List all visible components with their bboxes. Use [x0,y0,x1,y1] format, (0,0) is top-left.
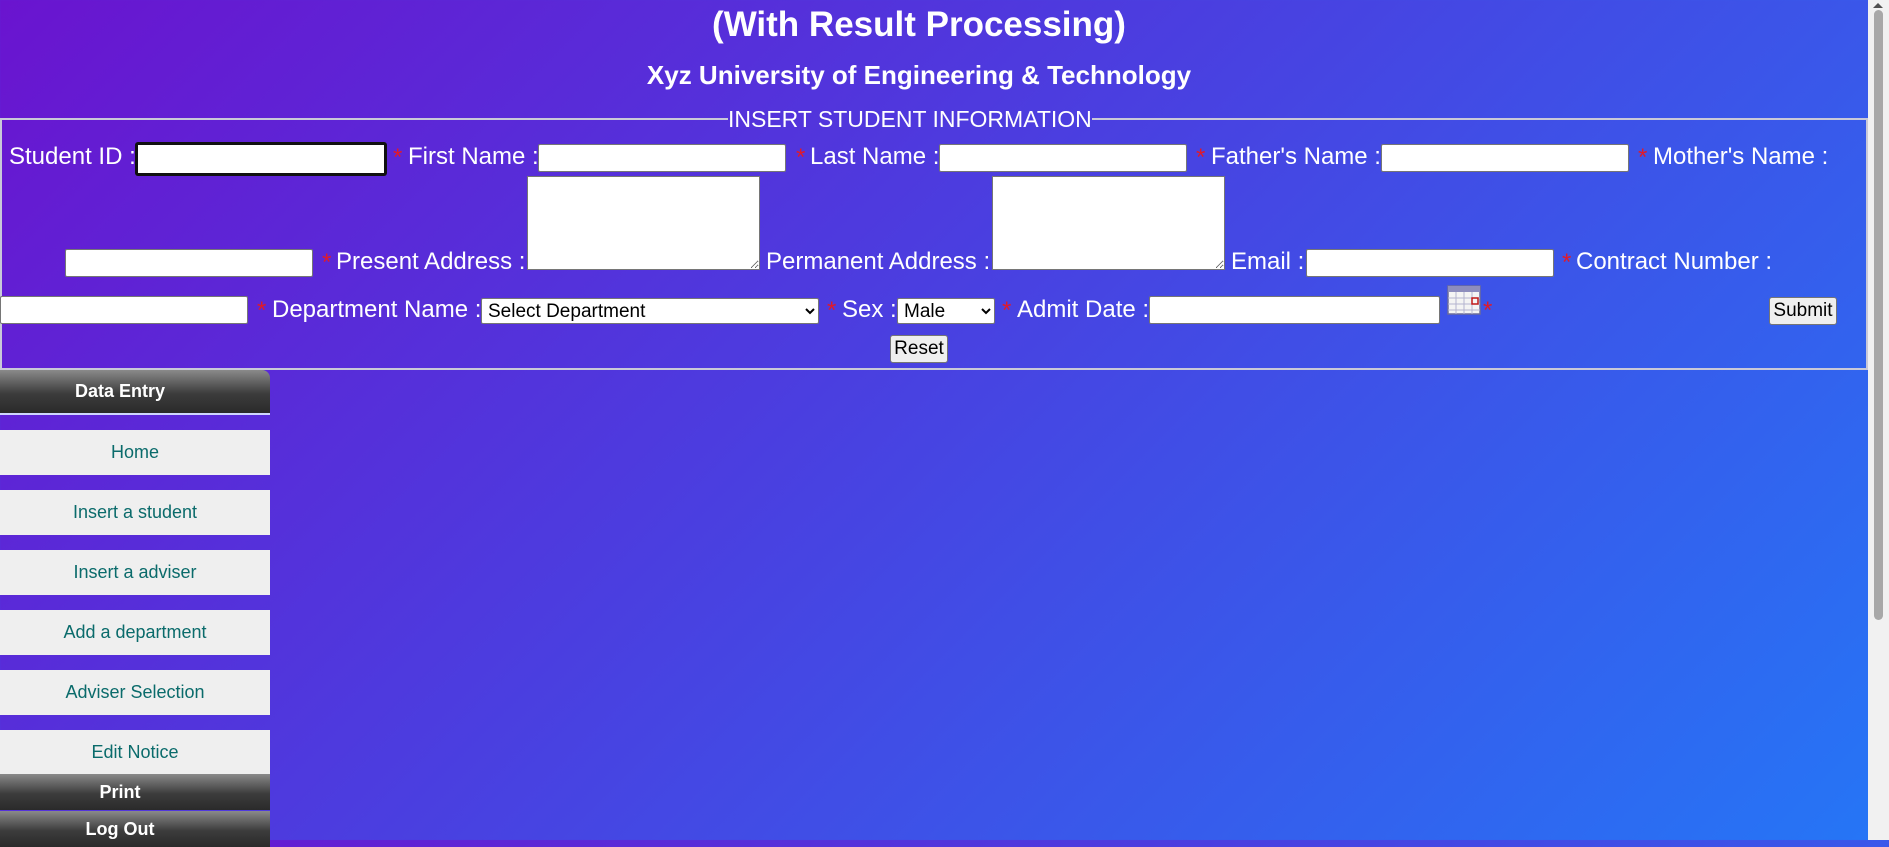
student-id-label: Student ID : [9,143,136,170]
required-mark: * [1638,144,1648,171]
permanent-address-label: Permanent Address : [766,248,991,275]
fathers-name-label: Father's Name : [1211,143,1381,170]
vertical-scrollbar[interactable] [1868,0,1889,840]
student-id-input[interactable] [136,143,386,175]
required-mark: * [1196,144,1206,171]
first-name-input[interactable] [538,144,786,172]
submit-button[interactable]: Submit [1769,297,1837,325]
required-mark: * [257,297,267,324]
form-legend: INSERT STUDENT INFORMATION [728,106,1092,132]
admit-date-input[interactable] [1149,296,1440,324]
email-input[interactable] [1306,249,1554,277]
last-name-input[interactable] [939,144,1187,172]
last-name-label: Last Name : [810,143,940,170]
sidebar-item-insert-student[interactable]: Insert a student [0,490,270,535]
required-mark: * [1002,297,1012,324]
first-name-label: First Name : [408,143,539,170]
sidebar-item-add-department[interactable]: Add a department [0,610,270,655]
mothers-name-input[interactable] [65,249,313,277]
scroll-up-arrow-icon[interactable] [1873,3,1883,8]
mothers-name-label: Mother's Name : [1653,143,1829,170]
sidebar: Data Entry Home Insert a student Insert … [0,370,270,847]
fathers-name-input[interactable] [1381,144,1629,172]
divider [0,413,270,415]
university-name: Xyz University of Engineering & Technolo… [646,60,1192,90]
sidebar-section-data-entry[interactable]: Data Entry [0,370,270,413]
sidebar-section-logout[interactable]: Log Out [0,811,270,847]
present-address-label: Present Address : [336,248,526,275]
contract-number-input[interactable] [0,296,248,324]
page: (With Result Processing) Xyz University … [0,0,1868,847]
admit-date-label: Admit Date : [1017,296,1150,323]
calendar-icon[interactable] [1447,285,1481,315]
sex-label: Sex : [842,296,897,323]
sidebar-item-insert-adviser[interactable]: Insert a adviser [0,550,270,595]
sidebar-item-home[interactable]: Home [0,430,270,475]
department-name-label: Department Name : [272,296,482,323]
required-mark: * [393,144,403,171]
contract-number-label: Contract Number : [1576,248,1773,275]
sidebar-item-adviser-selection[interactable]: Adviser Selection [0,670,270,715]
required-mark: * [322,249,332,276]
reset-button[interactable]: Reset [890,335,948,363]
sex-select[interactable]: Male [897,298,995,324]
email-label: Email : [1231,248,1305,275]
required-mark: * [1562,249,1572,276]
page-title: (With Result Processing) [712,5,1126,44]
sidebar-item-edit-notice[interactable]: Edit Notice [0,730,270,775]
scrollbar-thumb[interactable] [1874,10,1883,620]
department-select[interactable]: Select Department [481,298,819,324]
required-mark: * [796,144,806,171]
sidebar-section-print[interactable]: Print [0,774,270,810]
required-mark: * [827,297,837,324]
permanent-address-textarea[interactable] [992,176,1225,270]
present-address-textarea[interactable] [527,176,760,270]
required-mark: * [1483,297,1493,324]
